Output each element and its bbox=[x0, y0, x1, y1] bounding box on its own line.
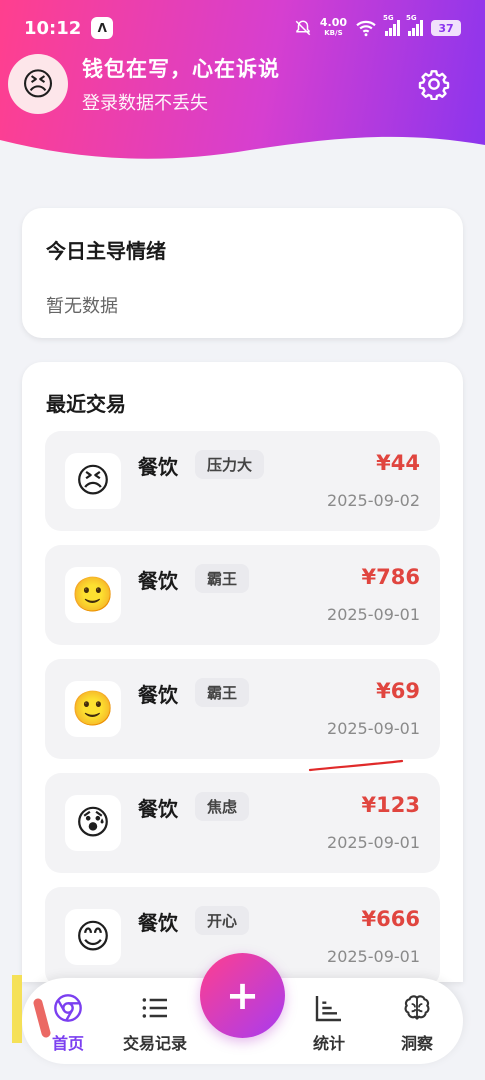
signal-1-label: 5G bbox=[383, 14, 394, 22]
mood-tag: 霸王 bbox=[195, 678, 250, 707]
recent-transactions-card: 最近交易 😣 餐饮 压力大 ¥44 2025-09-02 🙂 餐饮 霸王 ¥78… bbox=[22, 362, 463, 982]
nav-records[interactable]: 交易记录 bbox=[115, 992, 195, 1054]
mood-tag: 开心 bbox=[195, 906, 250, 935]
transaction-category: 餐饮 bbox=[138, 911, 178, 935]
transaction-date: 2025-09-02 bbox=[327, 491, 420, 510]
mood-tag: 霸王 bbox=[195, 564, 250, 593]
net-speed: 4.00 KB/S bbox=[319, 16, 347, 38]
mood-emoji: 🙂 bbox=[65, 567, 121, 623]
net-speed-value: 4.00 bbox=[319, 16, 347, 29]
mute-bell-icon bbox=[295, 20, 311, 36]
add-transaction-button[interactable]: + bbox=[200, 953, 285, 1038]
list-icon bbox=[142, 998, 167, 1018]
transaction-date: 2025-09-01 bbox=[327, 605, 420, 624]
signal-icon-1: 5G bbox=[383, 14, 400, 36]
transaction-amount: ¥123 bbox=[361, 793, 420, 817]
edge-highlight-mark bbox=[12, 975, 51, 1043]
transaction-category: 餐饮 bbox=[138, 797, 178, 821]
transaction-list: 😣 餐饮 压力大 ¥44 2025-09-02 🙂 餐饮 霸王 ¥786 202… bbox=[45, 431, 440, 982]
login-prompt[interactable]: 登录数据不丢失 bbox=[82, 89, 280, 115]
dominant-mood-title: 今日主导情绪 bbox=[46, 239, 166, 263]
transaction-amount: ¥69 bbox=[376, 679, 420, 703]
profile-text: 钱包在写，心在诉说 登录数据不丢失 bbox=[82, 53, 280, 115]
mood-tag: 压力大 bbox=[195, 450, 265, 479]
home-icon bbox=[54, 994, 82, 1022]
signal-2-label: 5G bbox=[406, 14, 417, 22]
transaction-amount: ¥44 bbox=[376, 451, 420, 475]
nav-stats[interactable]: 统计 bbox=[289, 992, 369, 1054]
status-icons: 4.00 KB/S 5G 5G 37 bbox=[294, 14, 461, 38]
recent-transactions-title: 最近交易 bbox=[46, 392, 126, 416]
nav-insights-label: 洞察 bbox=[400, 1034, 433, 1053]
signal-icon-2: 5G bbox=[406, 14, 423, 36]
transaction-item[interactable]: 🙂 餐饮 霸王 ¥786 2025-09-01 bbox=[45, 545, 440, 645]
wifi-icon bbox=[356, 20, 376, 37]
profile-title: 钱包在写，心在诉说 bbox=[82, 57, 280, 81]
transaction-item[interactable]: 😰 餐饮 焦虑 ¥123 2025-09-01 bbox=[45, 773, 440, 873]
mood-emoji: 😣 bbox=[65, 453, 121, 509]
transaction-category: 餐饮 bbox=[138, 569, 178, 593]
brain-icon bbox=[404, 995, 430, 1020]
transaction-amount: ¥786 bbox=[361, 565, 420, 589]
mood-emoji: 😰 bbox=[65, 795, 121, 851]
status-bar: 10:12 ᐱ 4.00 KB/S 5G 5G 37 bbox=[0, 0, 485, 56]
transaction-category: 餐饮 bbox=[138, 683, 178, 707]
nav-stats-label: 统计 bbox=[312, 1034, 345, 1053]
battery-icon: 37 bbox=[431, 20, 461, 36]
app-notification-icon: ᐱ bbox=[91, 17, 114, 39]
transaction-date: 2025-09-01 bbox=[327, 719, 420, 738]
profile-area[interactable]: 😣 钱包在写，心在诉说 登录数据不丢失 bbox=[8, 54, 448, 114]
transaction-category: 餐饮 bbox=[138, 455, 178, 479]
mood-emoji: 🙂 bbox=[65, 681, 121, 737]
transaction-date: 2025-09-01 bbox=[327, 833, 420, 852]
annotation-underline bbox=[308, 759, 404, 772]
settings-button[interactable] bbox=[416, 66, 452, 102]
status-time: 10:12 bbox=[24, 17, 82, 39]
transaction-item[interactable]: 😣 餐饮 压力大 ¥44 2025-09-02 bbox=[45, 431, 440, 531]
mood-emoji: 😊 bbox=[65, 909, 121, 965]
dominant-mood-card: 今日主导情绪 暂无数据 bbox=[22, 208, 463, 338]
nav-records-label: 交易记录 bbox=[122, 1034, 187, 1053]
gear-icon bbox=[418, 70, 450, 100]
transaction-item[interactable]: 🙂 餐饮 霸王 ¥69 2025-09-01 bbox=[45, 659, 440, 759]
transaction-amount: ¥666 bbox=[361, 907, 420, 931]
nav-insights[interactable]: 洞察 bbox=[377, 992, 457, 1054]
transaction-date: 2025-09-01 bbox=[327, 947, 420, 966]
net-speed-unit: KB/S bbox=[324, 29, 343, 37]
avatar[interactable]: 😣 bbox=[8, 54, 68, 114]
dominant-mood-empty: 暂无数据 bbox=[46, 296, 118, 317]
header-wave bbox=[0, 136, 485, 170]
bar-chart-icon bbox=[315, 996, 341, 1022]
mood-tag: 焦虑 bbox=[195, 792, 250, 821]
